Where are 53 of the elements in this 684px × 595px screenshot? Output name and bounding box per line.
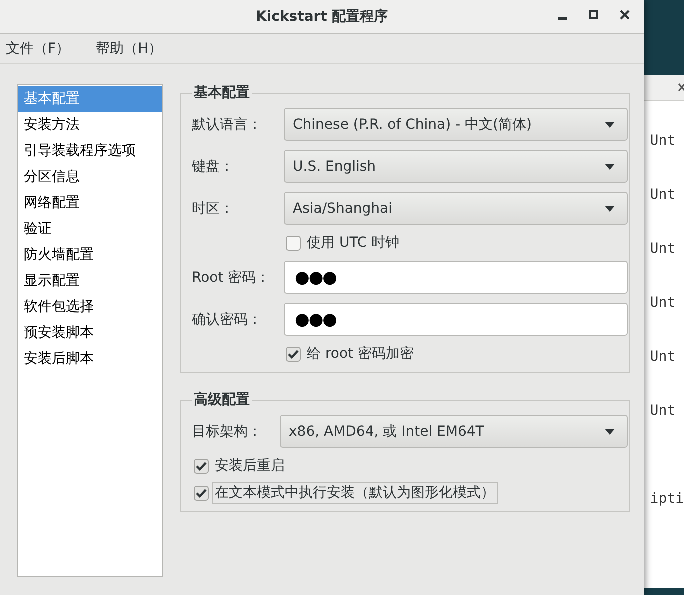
maximize-icon[interactable] (589, 10, 598, 19)
text-line: Unt (650, 403, 677, 421)
password-field[interactable]: ●●● (284, 261, 628, 294)
sidebar-item[interactable]: 安装方法 (18, 112, 162, 138)
field-label: 确认密码： (192, 310, 263, 328)
dropdown[interactable]: U.S. English (284, 150, 628, 183)
check-icon (288, 350, 299, 358)
menu-item[interactable]: 文件（F） (6, 40, 70, 58)
sidebar-item[interactable]: 验证 (18, 216, 162, 242)
check-icon (196, 488, 207, 498)
checkbox-label: 使用 UTC 时钟 (306, 234, 401, 253)
dropdown-arrow-icon (605, 164, 615, 170)
text-line: Unt (650, 241, 677, 259)
sidebar-item[interactable]: 分区信息 (18, 164, 162, 190)
checkbox[interactable] (194, 486, 209, 500)
sidebar-item[interactable]: 预安装脚本 (18, 320, 162, 346)
text-line: Unt (650, 133, 677, 151)
group-title: 基本配置 (193, 84, 251, 102)
sidebar-item[interactable]: 防火墙配置 (18, 242, 162, 268)
dropdown-arrow-icon (605, 122, 615, 128)
field-label: 目标架构： (192, 422, 263, 440)
sidebar-item[interactable]: 引导装载程序选项 (18, 138, 162, 164)
sidebar-item[interactable]: 安装后脚本 (18, 346, 162, 372)
sidebar-item[interactable]: 显示配置 (18, 268, 162, 294)
dropdown-arrow-icon (605, 206, 615, 212)
dropdown-arrow-icon (605, 428, 615, 434)
field-label: 默认语言： (192, 116, 263, 134)
dropdown[interactable]: Asia/Shanghai (284, 192, 628, 225)
group-title: 高级配置 (193, 391, 251, 409)
sidebar-item[interactable]: 软件包选择 (18, 294, 162, 320)
checkbox-label: 安装后重启 (214, 457, 286, 476)
menu-item[interactable]: 帮助（H） (96, 40, 163, 58)
text-line: ipti (650, 491, 684, 509)
text-line: Unt (650, 187, 677, 205)
check-icon (196, 462, 207, 470)
checkbox-label: 在文本模式中执行安装（默认为图形化模式） (212, 482, 498, 504)
checkbox[interactable] (194, 458, 209, 474)
window-title: Kickstart 配置程序 (256, 8, 388, 26)
text-line: Unt (650, 295, 677, 313)
close-icon[interactable] (678, 83, 684, 92)
dropdown[interactable]: Chinese (P.R. of China) - 中文(简体) (284, 108, 628, 141)
close-icon[interactable] (620, 10, 630, 20)
field-label: Root 密码： (192, 268, 272, 286)
password-field[interactable]: ●●● (284, 303, 628, 336)
sidebar-item[interactable]: 网络配置 (18, 190, 162, 216)
field-label: 键盘： (192, 158, 235, 176)
text-line: Unt (650, 349, 677, 367)
minimize-icon[interactable] (558, 17, 568, 20)
checkbox[interactable] (286, 236, 301, 250)
checkbox-label: 给 root 密码加密 (306, 345, 415, 364)
dropdown[interactable]: x86, AMD64, 或 Intel EM64T (280, 415, 628, 448)
field-label: 时区： (192, 200, 235, 218)
checkbox[interactable] (286, 346, 301, 362)
